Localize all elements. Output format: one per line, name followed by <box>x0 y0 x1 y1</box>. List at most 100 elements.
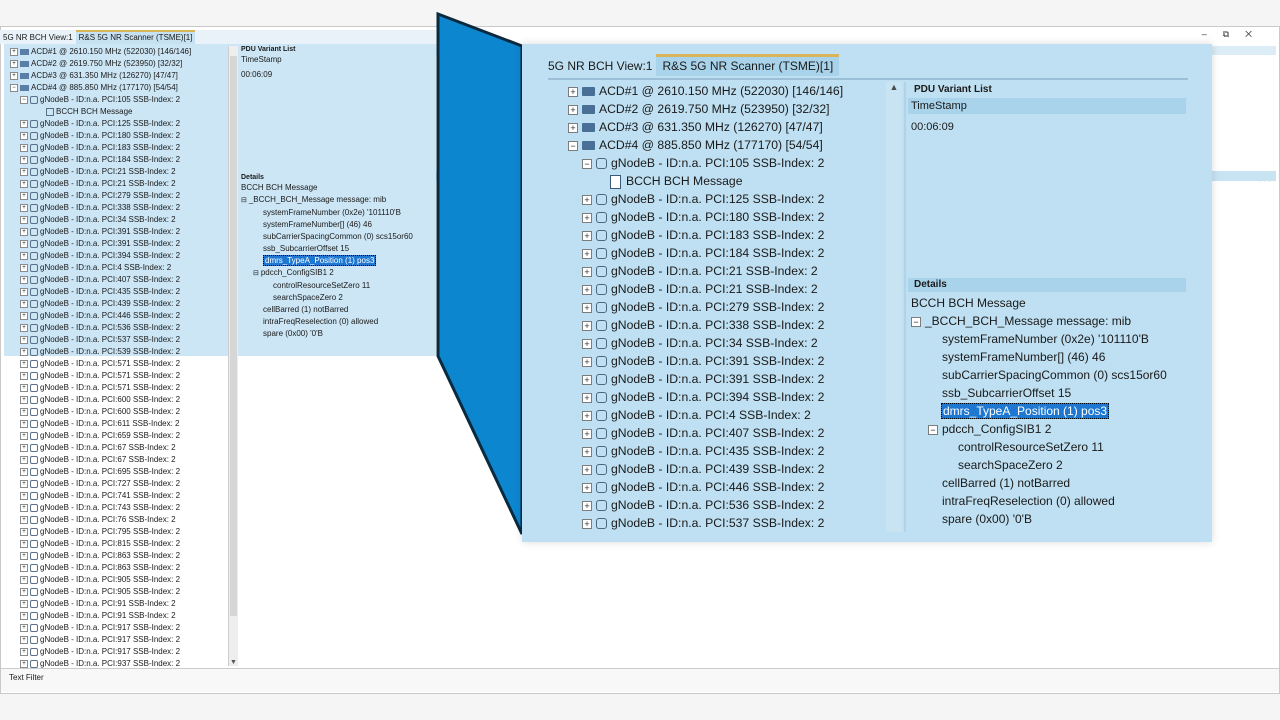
zoom-details: Details BCCH BCH Message − _BCCH_BCH_Mess… <box>908 278 1186 528</box>
detail-field[interactable]: subCarrierSpacingCommon (0) scs15or60 <box>908 366 1186 384</box>
tree-gnodeb-label: gNodeB - ID:n.a. PCI:34 SSB-Index: 2 <box>611 336 818 350</box>
detail-field-selected[interactable]: dmrs_TypeA_Position (1) pos3 <box>941 403 1110 419</box>
zoom-tab-scanner[interactable]: R&S 5G NR Scanner (TSME)[1] <box>656 54 840 76</box>
detail-field[interactable]: searchSpaceZero 2 <box>908 456 1186 474</box>
tree-gnodeb-label: gNodeB - ID:n.a. PCI:439 SSB-Index: 2 <box>611 462 825 476</box>
tree-gnodeb-item[interactable]: + gNodeB - ID:n.a. PCI:180 SSB-Index: 2 <box>568 208 878 226</box>
tree-gnodeb-item[interactable]: + gNodeB - ID:n.a. PCI:34 SSB-Index: 2 <box>568 334 878 352</box>
tree-gnodeb-label: gNodeB - ID:n.a. PCI:391 SSB-Index: 2 <box>611 372 825 386</box>
tree-gnodeb-item[interactable]: + gNodeB - ID:n.a. PCI:21 SSB-Index: 2 <box>568 262 878 280</box>
tree-acd-3[interactable]: + ACD#3 @ 631.350 MHz (126270) [47/47] <box>568 118 878 136</box>
tree-gnodeb-item[interactable]: + gNodeB - ID:n.a. PCI:435 SSB-Index: 2 <box>568 442 878 460</box>
detail-field[interactable]: spare (0x00) '0'B <box>908 510 1186 528</box>
expand-icon[interactable]: + <box>582 356 592 367</box>
tree-gnodeb-item[interactable]: + gNodeB - ID:n.a. PCI:407 SSB-Index: 2 <box>568 424 878 442</box>
expand-icon[interactable]: + <box>568 122 578 133</box>
detail-field[interactable]: intraFreqReselection (0) allowed <box>908 492 1186 510</box>
tree-gnodeb-label: gNodeB - ID:n.a. PCI:180 SSB-Index: 2 <box>611 210 825 224</box>
tree-gnodeb-item[interactable]: + gNodeB - ID:n.a. PCI:391 SSB-Index: 2 <box>568 352 878 370</box>
tree-bcch-message[interactable]: BCCH BCH Message <box>568 172 878 190</box>
detail-field[interactable]: ssb_SubcarrierOffset 15 <box>908 384 1186 402</box>
collapse-icon[interactable]: − <box>911 316 921 327</box>
expand-icon[interactable]: + <box>568 86 578 97</box>
details-root[interactable]: − _BCCH_BCH_Message message: mib <box>908 312 1186 330</box>
zoom-wedge-shape <box>436 11 524 535</box>
collapse-icon[interactable]: − <box>568 140 578 151</box>
expand-icon[interactable]: + <box>582 446 592 457</box>
expand-icon[interactable]: + <box>582 248 592 259</box>
expand-icon[interactable]: + <box>582 428 592 439</box>
expand-icon[interactable]: + <box>582 500 592 511</box>
cell-icon <box>596 302 607 314</box>
expand-icon[interactable]: + <box>582 410 592 421</box>
tree-acd-4[interactable]: − ACD#4 @ 885.850 MHz (177170) [54/54] <box>568 136 878 154</box>
expand-icon[interactable]: + <box>582 230 592 241</box>
tree-gnodeb-item[interactable]: + gNodeB - ID:n.a. PCI:4 SSB-Index: 2 <box>568 406 878 424</box>
tree-gnodeb-item[interactable]: + gNodeB - ID:n.a. PCI:21 SSB-Index: 2 <box>568 280 878 298</box>
tree-gnodeb-item[interactable]: + gNodeB - ID:n.a. PCI:184 SSB-Index: 2 <box>568 244 878 262</box>
tree-gnodeb-item[interactable]: + gNodeB - ID:n.a. PCI:338 SSB-Index: 2 <box>568 316 878 334</box>
zoom-pdu-tree[interactable]: + ACD#1 @ 2610.150 MHz (522030) [146/146]… <box>568 82 878 532</box>
expand-icon[interactable]: + <box>568 104 578 115</box>
tree-gnodeb-label: gNodeB - ID:n.a. PCI:338 SSB-Index: 2 <box>611 318 825 332</box>
expand-icon[interactable]: + <box>582 266 592 277</box>
tree-gnodeb-label: gNodeB - ID:n.a. PCI:391 SSB-Index: 2 <box>611 354 825 368</box>
tree-acd-2[interactable]: + ACD#2 @ 2619.750 MHz (523950) [32/32] <box>568 100 878 118</box>
tree-gnodeb-label: gNodeB - ID:n.a. PCI:446 SSB-Index: 2 <box>611 480 825 494</box>
antenna-icon <box>582 141 595 151</box>
cell-icon <box>596 212 607 224</box>
tree-gnodeb-item[interactable]: + gNodeB - ID:n.a. PCI:391 SSB-Index: 2 <box>568 370 878 388</box>
collapse-icon[interactable]: − <box>928 424 938 435</box>
expand-icon[interactable]: + <box>582 518 592 529</box>
expand-icon[interactable]: + <box>582 392 592 403</box>
tree-gnodeb-label: gNodeB - ID:n.a. PCI:536 SSB-Index: 2 <box>611 498 825 512</box>
tree-gnodeb-label: gNodeB - ID:n.a. PCI:21 SSB-Index: 2 <box>611 282 818 296</box>
cell-icon <box>596 374 607 386</box>
detail-field[interactable]: systemFrameNumber[] (46) 46 <box>908 348 1186 366</box>
tree-gnodeb-label: gNodeB - ID:n.a. PCI:435 SSB-Index: 2 <box>611 444 825 458</box>
tree-gnodeb-label: gNodeB - ID:n.a. PCI:184 SSB-Index: 2 <box>611 246 825 260</box>
tree-gnodeb-item[interactable]: + gNodeB - ID:n.a. PCI:537 SSB-Index: 2 <box>568 514 878 532</box>
cell-icon <box>596 194 607 206</box>
tree-gnodeb-item[interactable]: + gNodeB - ID:n.a. PCI:125 SSB-Index: 2 <box>568 190 878 208</box>
scroll-up-arrow-icon[interactable]: ▲ <box>886 82 902 92</box>
cell-icon <box>596 320 607 332</box>
cell-icon <box>596 446 607 458</box>
cell-icon <box>596 266 607 278</box>
detail-field[interactable]: cellBarred (1) notBarred <box>908 474 1186 492</box>
collapse-icon[interactable]: − <box>582 158 592 169</box>
cell-icon <box>596 338 607 350</box>
expand-icon[interactable]: + <box>582 284 592 295</box>
detail-field[interactable]: systemFrameNumber (0x2e) '101110'B <box>908 330 1186 348</box>
expand-icon[interactable]: + <box>582 482 592 493</box>
expand-icon[interactable]: + <box>582 302 592 313</box>
tree-gnodeb-item[interactable]: + gNodeB - ID:n.a. PCI:279 SSB-Index: 2 <box>568 298 878 316</box>
zoom-tree-scrollbar[interactable]: ▲ <box>886 82 902 532</box>
tree-acd-1[interactable]: + ACD#1 @ 2610.150 MHz (522030) [146/146] <box>568 82 878 100</box>
pdu-column-header[interactable]: TimeStamp <box>908 98 1186 114</box>
details-title: Details <box>908 278 1186 292</box>
detail-pdcch[interactable]: − pdcch_ConfigSIB1 2 <box>908 420 1186 438</box>
tree-gnodeb-expanded[interactable]: − gNodeB - ID:n.a. PCI:105 SSB-Index: 2 <box>568 154 878 172</box>
splitter[interactable] <box>904 82 906 532</box>
expand-icon[interactable]: + <box>582 338 592 349</box>
tree-gnodeb-item[interactable]: + gNodeB - ID:n.a. PCI:446 SSB-Index: 2 <box>568 478 878 496</box>
tree-gnodeb-item[interactable]: + gNodeB - ID:n.a. PCI:536 SSB-Index: 2 <box>568 496 878 514</box>
expand-icon[interactable]: + <box>582 374 592 385</box>
tree-gnodeb-label: gNodeB - ID:n.a. PCI:407 SSB-Index: 2 <box>611 426 825 440</box>
tree-gnodeb-item[interactable]: + gNodeB - ID:n.a. PCI:183 SSB-Index: 2 <box>568 226 878 244</box>
antenna-icon <box>582 87 595 97</box>
tree-gnodeb-item[interactable]: + gNodeB - ID:n.a. PCI:439 SSB-Index: 2 <box>568 460 878 478</box>
expand-icon[interactable]: + <box>582 212 592 223</box>
zoom-pdu-variant-list: PDU Variant List TimeStamp 00:06:09 <box>908 82 1186 140</box>
cell-icon <box>596 518 607 530</box>
expand-icon[interactable]: + <box>582 464 592 475</box>
pdu-timestamp[interactable]: 00:06:09 <box>908 114 1186 140</box>
expand-icon[interactable]: + <box>582 320 592 331</box>
antenna-icon <box>582 123 595 133</box>
tree-gnodeb-item[interactable]: + gNodeB - ID:n.a. PCI:394 SSB-Index: 2 <box>568 388 878 406</box>
details-message-title: BCCH BCH Message <box>911 296 1026 310</box>
detail-field[interactable]: controlResourceSetZero 11 <box>908 438 1186 456</box>
zoom-tab-bch-view[interactable]: 5G NR BCH View:1 <box>548 55 652 77</box>
expand-icon[interactable]: + <box>582 194 592 205</box>
